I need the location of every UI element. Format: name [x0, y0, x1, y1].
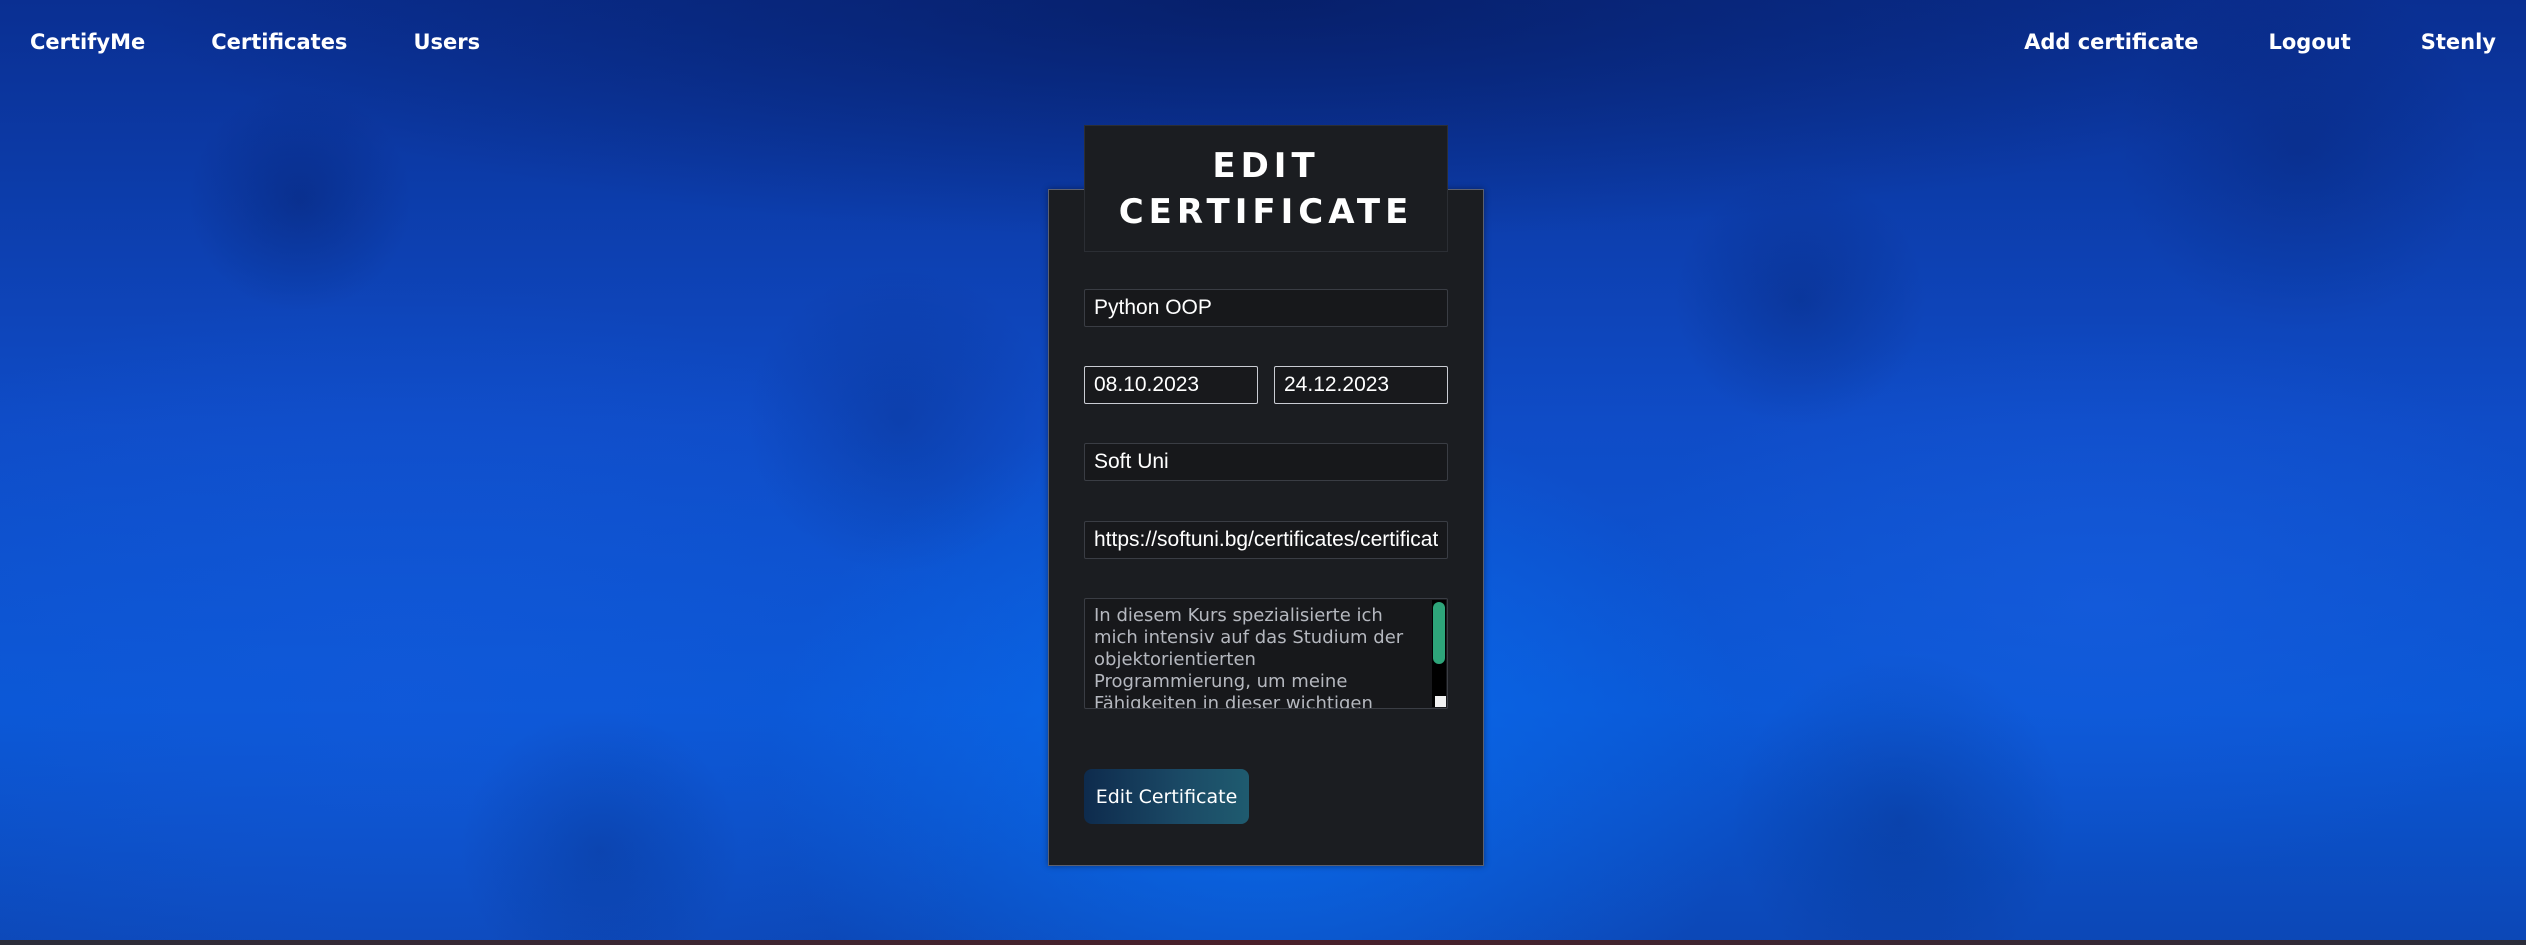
issuer-input[interactable]	[1084, 443, 1448, 481]
page-title: EDIT CERTIFICATE	[1118, 145, 1414, 232]
resize-grip-icon[interactable]	[1435, 696, 1446, 707]
description-textarea[interactable]: In diesem Kurs spezialisierte ich mich i…	[1084, 598, 1448, 709]
nav-users-link[interactable]: Users	[413, 30, 480, 54]
bottom-strip	[0, 940, 2526, 945]
card-header: EDIT CERTIFICATE	[1084, 125, 1448, 252]
certificate-name-input[interactable]	[1084, 289, 1448, 327]
certificate-url-input[interactable]	[1084, 521, 1448, 559]
start-date-input[interactable]	[1084, 366, 1258, 404]
nav-right: Add certificate Logout Stenly	[1954, 30, 2496, 54]
edit-certificate-button[interactable]: Edit Certificate	[1084, 769, 1249, 824]
navbar: CertifyMe Certificates Users Add certifi…	[0, 0, 2526, 84]
textarea-scroll-thumb[interactable]	[1433, 602, 1445, 664]
end-date-input[interactable]	[1274, 366, 1448, 404]
description-text: In diesem Kurs spezialisierte ich mich i…	[1094, 605, 1404, 709]
nav-add-certificate-link[interactable]: Add certificate	[2024, 30, 2198, 54]
nav-username-link[interactable]: Stenly	[2421, 30, 2496, 54]
nav-certificates-link[interactable]: Certificates	[211, 30, 347, 54]
nav-logout-link[interactable]: Logout	[2268, 30, 2350, 54]
brand-link[interactable]: CertifyMe	[30, 30, 145, 54]
nav-left: CertifyMe Certificates Users	[30, 30, 546, 54]
